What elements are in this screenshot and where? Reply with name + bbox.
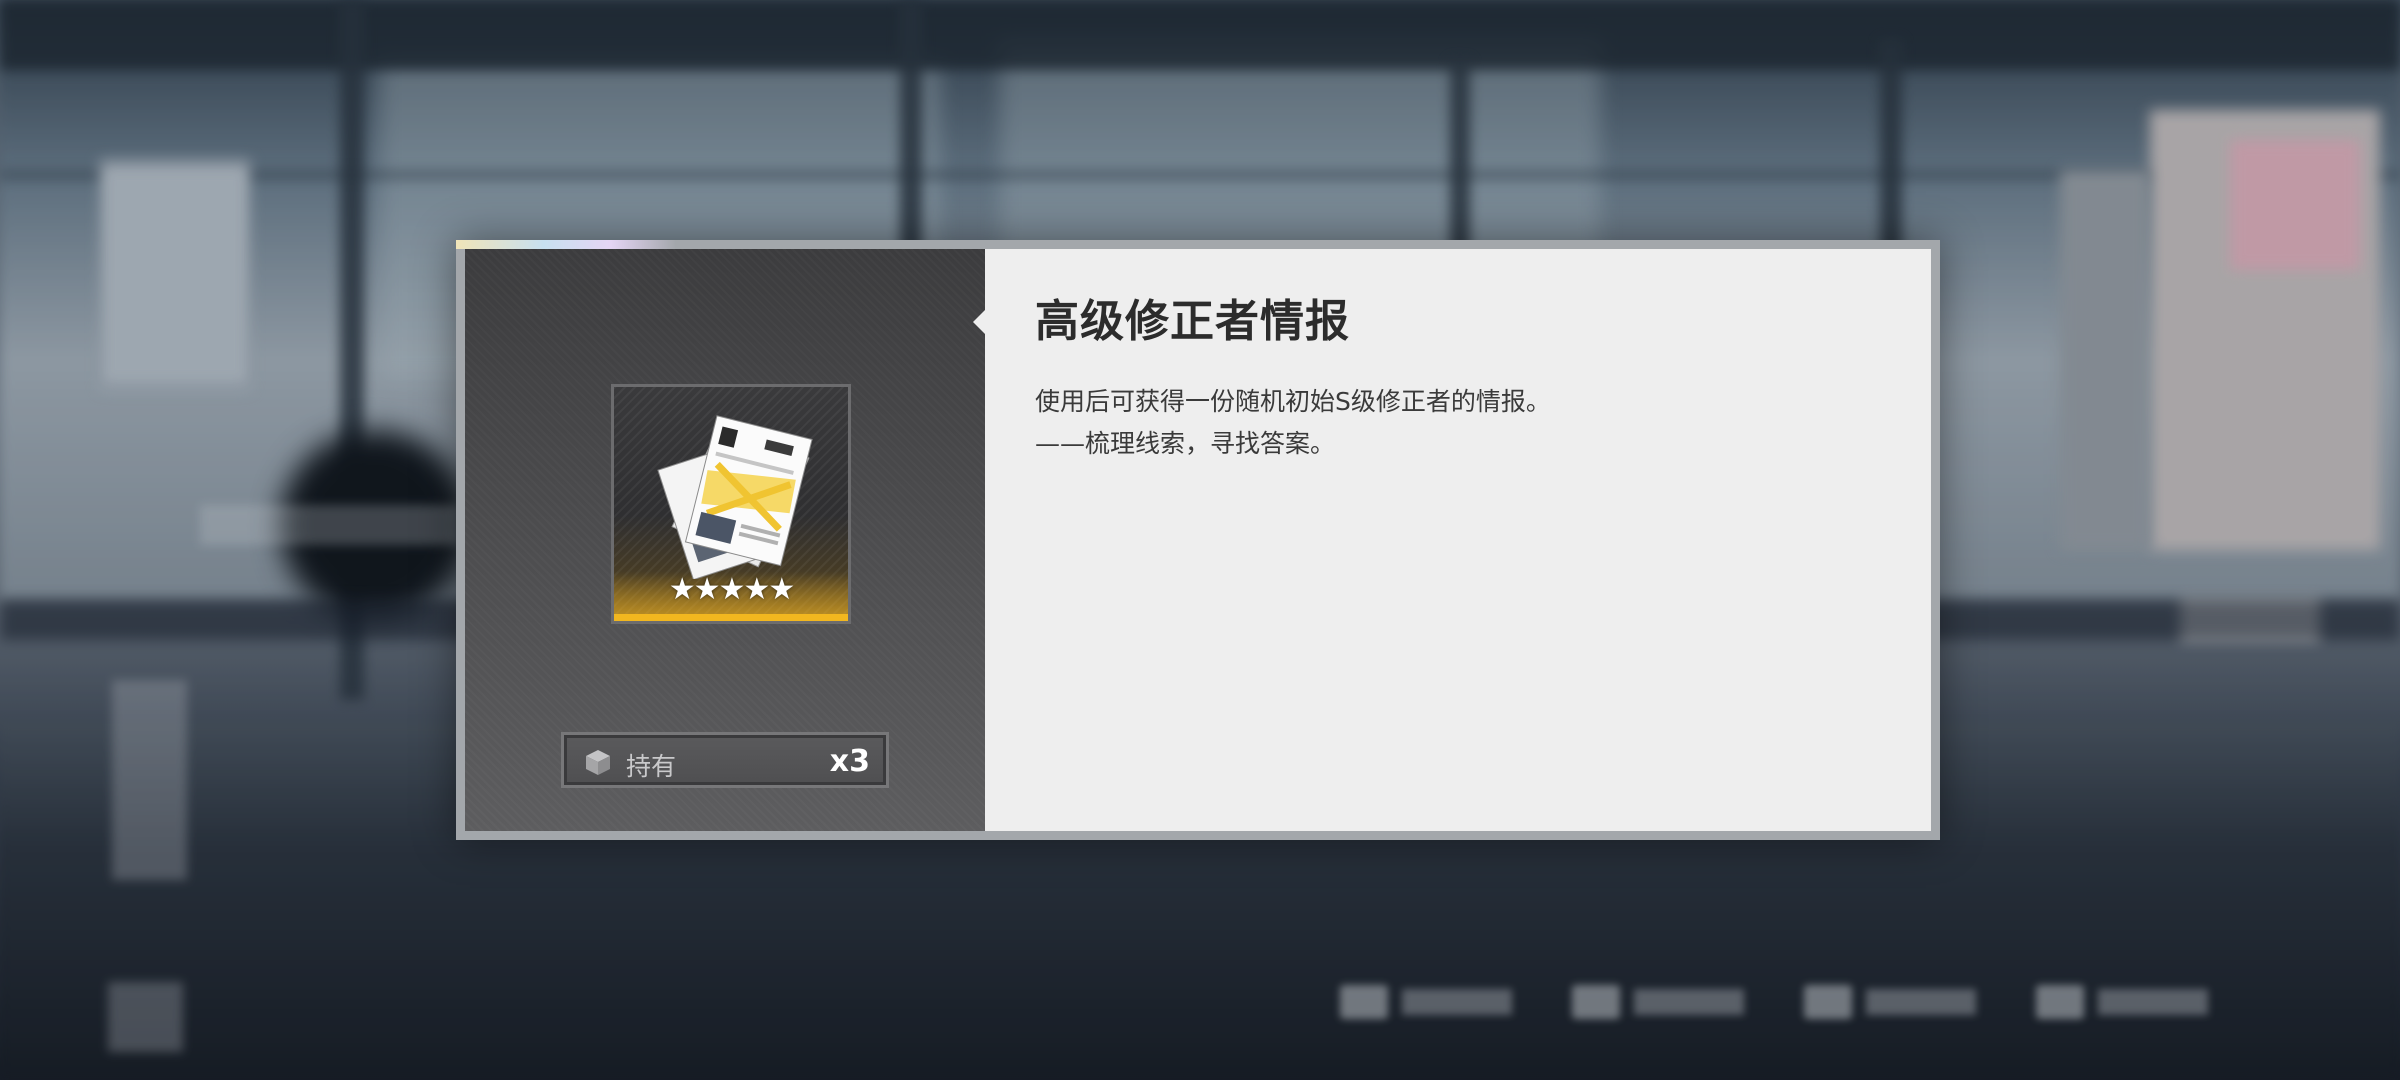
item-icon-card: ★★★★★	[611, 384, 851, 624]
item-description-line: 使用后可获得一份随机初始S级修正者的情报。	[1035, 387, 1551, 416]
item-flavor-text: ——梳理线索，寻找答案。	[1035, 429, 1336, 458]
package-icon	[586, 750, 610, 775]
item-title: 高级修正者情报	[1035, 296, 1350, 347]
owned-quantity-box: 持有 x3	[561, 732, 889, 788]
rarity-stars: ★★★★★	[668, 572, 795, 607]
modal-corner-shine	[456, 240, 676, 249]
intel-documents-icon	[657, 415, 813, 579]
item-preview-panel: ★★★★★ 持有 x3	[465, 249, 985, 831]
item-description-panel: 高级修正者情报 使用后可获得一份随机初始S级修正者的情报。 ——梳理线索，寻找答…	[985, 249, 1931, 831]
rarity-bar	[614, 614, 848, 621]
owned-label: 持有	[626, 752, 677, 781]
item-detail-modal: ★★★★★ 持有 x3 高级修正者情报 使用后可获得一份随机初始S级修正者的情报…	[456, 240, 1940, 840]
owned-count: x3	[829, 744, 870, 779]
